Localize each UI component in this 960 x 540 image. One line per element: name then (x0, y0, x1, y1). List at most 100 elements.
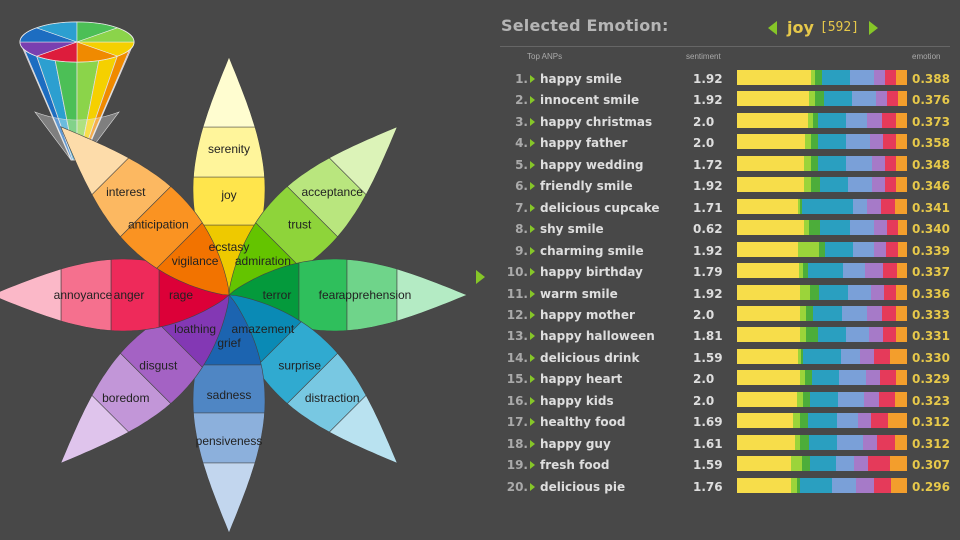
anp-panel: Selected Emotion: joy [592] Top ANPs sen… (500, 0, 960, 540)
anp-label[interactable]: charming smile (540, 244, 644, 258)
anp-label[interactable]: happy kids (540, 394, 614, 408)
anp-emotion-score: 0.337 (912, 265, 950, 280)
play-icon[interactable] (530, 225, 535, 234)
play-icon[interactable] (530, 160, 535, 169)
bar-segment (803, 155, 811, 171)
anp-rank: 19. (506, 458, 528, 473)
anp-label[interactable]: happy halloween (540, 329, 655, 343)
bar-segment (820, 220, 850, 236)
bar-segment (884, 177, 896, 193)
anp-label[interactable]: friendly smile (540, 179, 633, 193)
wheel-label-distraction: distraction (305, 391, 360, 405)
play-icon[interactable] (530, 418, 535, 427)
anp-row[interactable]: 10. happy birthday 1.79 0.337 (500, 261, 960, 282)
anp-row[interactable]: 4. happy father 2.0 0.358 (500, 132, 960, 153)
anp-rank: 5. (515, 157, 528, 172)
play-icon[interactable] (530, 332, 535, 341)
anp-label[interactable]: happy father (540, 136, 627, 150)
anp-row[interactable]: 18. happy guy 1.61 0.312 (500, 433, 960, 454)
play-icon[interactable] (530, 117, 535, 126)
play-icon[interactable] (530, 375, 535, 384)
anp-row[interactable]: 12. happy mother 2.0 0.333 (500, 304, 960, 325)
play-icon[interactable] (530, 396, 535, 405)
anp-sentiment: 1.92 (693, 72, 723, 86)
anp-label[interactable]: healthy food (540, 415, 625, 429)
anp-label[interactable]: delicious pie (540, 480, 625, 494)
anp-row[interactable]: 6. friendly smile 1.92 0.346 (500, 175, 960, 196)
bar-segment (871, 413, 889, 429)
anp-row[interactable]: 11. warm smile 1.92 0.336 (500, 283, 960, 304)
anp-row[interactable]: 5. happy wedding 1.72 0.348 (500, 154, 960, 175)
anp-label[interactable]: warm smile (540, 287, 618, 301)
play-icon[interactable] (530, 289, 535, 298)
play-icon[interactable] (530, 246, 535, 255)
anp-label[interactable]: happy birthday (540, 265, 643, 279)
anp-row[interactable]: 7. delicious cupcake 1.71 0.341 (500, 197, 960, 218)
petal-anger-band-4[interactable] (0, 268, 62, 322)
wheel-label-anticipation: anticipation (128, 217, 189, 231)
anp-row[interactable]: 19. fresh food 1.59 0.307 (500, 454, 960, 475)
header-divider (500, 46, 950, 47)
anp-label[interactable]: happy wedding (540, 158, 643, 172)
wheel-label-fear: fear (319, 288, 340, 302)
emotion-distribution-bar (737, 91, 907, 107)
bar-segment (857, 413, 872, 429)
play-icon[interactable] (530, 482, 535, 491)
emotion-wheel[interactable]: ecstasy joy serenity admiration trust accepta… (0, 0, 480, 540)
play-icon[interactable] (530, 96, 535, 105)
bar-segment (869, 327, 884, 343)
bar-segment (894, 391, 907, 407)
next-emotion-arrow-icon[interactable] (869, 20, 879, 35)
anp-row[interactable]: 3. happy christmas 2.0 0.373 (500, 111, 960, 132)
bar-segment (737, 112, 808, 128)
bar-segment (831, 477, 857, 493)
anp-label[interactable]: fresh food (540, 458, 609, 472)
anp-row[interactable]: 14. delicious drink 1.59 0.330 (500, 347, 960, 368)
bar-segment (799, 284, 811, 300)
anp-row[interactable]: 15. happy heart 2.0 0.329 (500, 368, 960, 389)
bar-segment (809, 220, 821, 236)
anp-label[interactable]: shy smile (540, 222, 604, 236)
expand-arrow-icon[interactable] (476, 270, 485, 284)
play-icon[interactable] (530, 182, 535, 191)
anp-row[interactable]: 17. healthy food 1.69 0.312 (500, 411, 960, 432)
anp-label[interactable]: innocent smile (540, 93, 639, 107)
play-icon[interactable] (530, 310, 535, 319)
anp-emotion-score: 0.323 (912, 393, 950, 408)
anp-label[interactable]: happy mother (540, 308, 635, 322)
play-icon[interactable] (530, 75, 535, 83)
play-icon[interactable] (530, 439, 535, 448)
anp-row[interactable]: 8. shy smile 0.62 0.340 (500, 218, 960, 239)
anp-label[interactable]: happy christmas (540, 115, 652, 129)
bar-segment (867, 112, 882, 128)
anp-row[interactable]: 1. happy smile 1.92 0.388 (500, 68, 960, 89)
play-icon[interactable] (530, 461, 535, 470)
anp-emotion-score: 0.388 (912, 72, 950, 86)
anp-row[interactable]: 9. charming smile 1.92 0.339 (500, 240, 960, 261)
anp-row[interactable]: 16. happy kids 2.0 0.323 (500, 390, 960, 411)
anp-label[interactable]: delicious drink (540, 351, 639, 365)
anp-label[interactable]: happy guy (540, 437, 611, 451)
anp-emotion-score: 0.312 (912, 436, 950, 451)
bar-segment (880, 370, 897, 386)
bar-segment (849, 220, 874, 236)
prev-emotion-arrow-icon[interactable] (768, 20, 777, 35)
petal-sadness-band-4[interactable] (202, 462, 256, 534)
play-icon[interactable] (530, 268, 535, 277)
anp-label[interactable]: delicious cupcake (540, 201, 660, 215)
petal-joy-band-4[interactable] (202, 56, 256, 128)
play-icon[interactable] (530, 203, 535, 212)
anp-row[interactable]: 13. happy halloween 1.81 0.331 (500, 325, 960, 346)
play-icon[interactable] (530, 139, 535, 148)
anp-row[interactable]: 20. delicious pie 1.76 0.296 (500, 476, 960, 497)
bar-segment (820, 177, 848, 193)
bar-segment (841, 305, 868, 321)
anp-label[interactable]: happy heart (540, 372, 622, 386)
bar-segment (897, 220, 907, 236)
emotion-distribution-bar (737, 391, 907, 407)
play-icon[interactable] (530, 353, 535, 362)
anp-row[interactable]: 2. innocent smile 1.92 0.376 (500, 89, 960, 110)
bar-segment (801, 456, 811, 472)
anp-label[interactable]: happy smile (540, 72, 622, 86)
emotion-distribution-bar (737, 263, 907, 279)
